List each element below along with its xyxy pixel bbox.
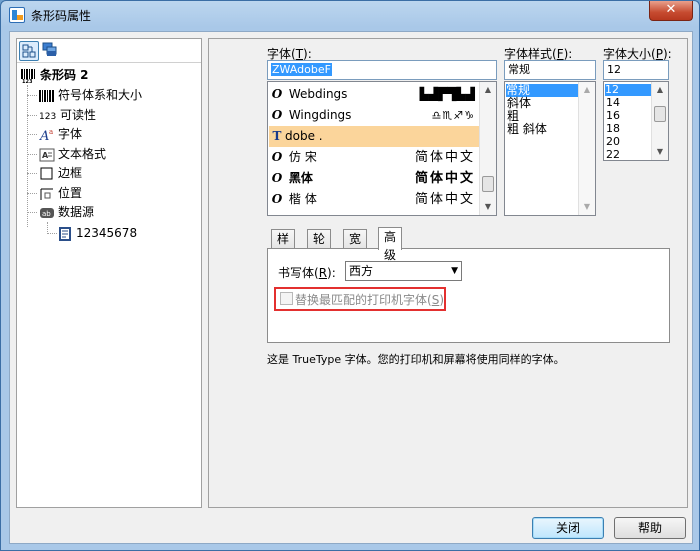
script-select[interactable]: 西方 ▼ — [345, 261, 462, 281]
tree-item-datasource[interactable]: ab 数据源 — [39, 203, 94, 221]
font-list-item[interactable]: O 楷体 简体中文 — [269, 189, 479, 210]
scroll-up-icon[interactable]: ▲ — [480, 82, 496, 98]
font-size-list[interactable]: 12 14 16 18 20 22 ▲ ▼ — [603, 81, 669, 161]
app-icon — [9, 7, 25, 23]
tree-item-position[interactable]: 位置 — [39, 184, 82, 202]
font-list-item[interactable]: O Webdings ▙▟▛▜▙▟ — [269, 84, 479, 105]
font-style-option[interactable]: 粗 斜体 — [507, 123, 547, 136]
font-list-scrollbar[interactable]: ▲ ▼ — [479, 82, 496, 215]
scroll-up-icon[interactable]: ▲ — [579, 82, 595, 98]
tree-item-text-format[interactable]: A 文本格式 — [39, 145, 106, 163]
font-style-input[interactable]: 常规 — [504, 60, 596, 80]
truetype-font-icon: T — [272, 129, 282, 143]
scroll-down-icon[interactable]: ▼ — [652, 144, 668, 160]
tree-view-icon[interactable] — [19, 41, 39, 61]
tree-root-barcode[interactable]: 123 条形码 2 — [21, 66, 89, 84]
opentype-font-icon: O — [271, 192, 283, 206]
position-icon — [39, 187, 55, 201]
tree-item-symbology[interactable]: 符号体系和大小 — [39, 86, 142, 104]
font-list-item[interactable]: O 仿宋 简体中文 — [269, 147, 479, 168]
font-list-item-selected[interactable]: Tdobe . — [269, 126, 479, 147]
svg-text:ab: ab — [42, 210, 51, 218]
tree-item-border[interactable]: 边框 — [39, 164, 82, 182]
font-list-item[interactable]: O Wingdings ♎♏♐♑ — [269, 105, 479, 126]
font-icon: Aa — [39, 128, 55, 142]
font-style-scrollbar[interactable]: ▲ ▼ — [578, 82, 595, 215]
font-size-option-selected[interactable]: 12 — [605, 84, 651, 96]
font-size-option[interactable]: 22 — [606, 148, 620, 160]
tree-item-data-value[interactable]: 12345678 — [57, 224, 137, 242]
scroll-thumb[interactable] — [482, 176, 494, 192]
svg-text:A: A — [42, 151, 49, 160]
replace-printer-font-checkbox[interactable] — [280, 292, 293, 305]
font-list-item[interactable]: O 黑体 简体中文 — [269, 168, 479, 189]
barcode-icon — [39, 89, 55, 103]
font-size-scrollbar[interactable]: ▲ ▼ — [651, 82, 668, 160]
tree-item-label: 12345678 — [76, 226, 138, 240]
title-bar: 条形码属性 ✕ — [1, 1, 699, 29]
font-name-input[interactable]: ZWAdobeF — [267, 60, 497, 80]
tab-width[interactable]: 宽度 — [343, 229, 368, 264]
window-title: 条形码属性 — [31, 9, 92, 23]
property-tree-panel: 123 条形码 2 符号体系和大小 123 可读性 Aa 字体 A 文本格式 边… — [16, 38, 202, 508]
tree-item-label: 符号体系和大小 — [58, 88, 143, 102]
tree-item-label: 边框 — [58, 166, 83, 180]
tree-item-label: 位置 — [58, 186, 83, 200]
tree-item-label: 可读性 — [60, 108, 97, 122]
svg-text:a: a — [49, 128, 53, 136]
advanced-tab-page: 书写体(R): 西方 ▼ 替换最匹配的打印机字体(S) — [267, 248, 670, 343]
help-button[interactable]: 帮助 — [614, 517, 686, 539]
scroll-down-icon[interactable]: ▼ — [579, 199, 595, 215]
font-style-list[interactable]: 常规 斜体 粗 粗 斜体 ▲ ▼ — [504, 81, 596, 216]
font-sample: ▙▟▛▜▙▟ — [419, 87, 475, 101]
font-settings-panel: 字体(T): ZWAdobeF O Webdings ▙▟▛▜▙▟ O Wingd… — [208, 38, 688, 508]
dialog-body: 123 条形码 2 符号体系和大小 123 可读性 Aa 字体 A 文本格式 边… — [9, 31, 693, 544]
readable-123-icon: 123 — [39, 111, 57, 122]
border-icon — [39, 167, 55, 181]
tab-outline[interactable]: 轮廓 — [307, 229, 332, 264]
scroll-up-icon[interactable]: ▲ — [652, 82, 668, 98]
category-view-icon[interactable] — [41, 41, 61, 61]
font-description: 这是 TrueType 字体。您的打印机和屏幕将使用同样的字体。 — [267, 353, 565, 366]
tree-item-label: 文本格式 — [58, 147, 107, 161]
datasource-icon: ab — [39, 206, 55, 220]
font-sample: ♎♏♐♑ — [431, 109, 475, 122]
script-label: 书写体(R): — [278, 266, 336, 280]
svg-text:A: A — [39, 129, 49, 142]
font-size-option[interactable]: 20 — [606, 135, 620, 148]
text-format-icon: A — [39, 148, 55, 162]
tree-item-label: 字体 — [58, 127, 83, 141]
font-size-input[interactable]: 12 — [603, 60, 669, 80]
scroll-down-icon[interactable]: ▼ — [480, 199, 496, 215]
opentype-font-icon: O — [271, 150, 283, 164]
close-button[interactable]: 关闭 — [532, 517, 604, 539]
svg-text:123: 123 — [22, 79, 33, 83]
window-close-button[interactable]: ✕ — [649, 1, 693, 21]
tree-root-label: 条形码 2 — [40, 68, 89, 82]
tree-item-label: 数据源 — [58, 205, 95, 219]
font-size-option[interactable]: 14 — [606, 96, 620, 109]
tree-item-readability[interactable]: 123 可读性 — [39, 106, 96, 124]
tab-advanced[interactable]: 高级 — [378, 227, 403, 262]
barcode-icon: 123 — [21, 68, 37, 83]
replace-printer-font-label: 替换最匹配的打印机字体(S) — [295, 293, 444, 307]
font-list[interactable]: O Webdings ▙▟▛▜▙▟ O Wingdings ♎♏♐♑ Tdobe .… — [267, 81, 497, 216]
opentype-font-icon: O — [271, 108, 283, 122]
opentype-font-icon: O — [271, 87, 283, 101]
opentype-font-icon: O — [271, 171, 283, 185]
scroll-thumb[interactable] — [654, 106, 666, 122]
barcode-properties-dialog: 条形码属性 ✕ 123 条形码 2 符号体系和大小 123 可读性 A a 字体… — [0, 0, 700, 551]
chevron-down-icon: ▼ — [451, 266, 458, 276]
tree-toolbar — [17, 39, 201, 63]
font-size-option[interactable]: 18 — [606, 122, 620, 135]
tab-style[interactable]: 样式 — [271, 229, 296, 264]
tree-item-font[interactable]: Aa 字体 — [39, 125, 82, 143]
font-size-option[interactable]: 16 — [606, 109, 620, 122]
data-document-icon — [57, 226, 73, 241]
